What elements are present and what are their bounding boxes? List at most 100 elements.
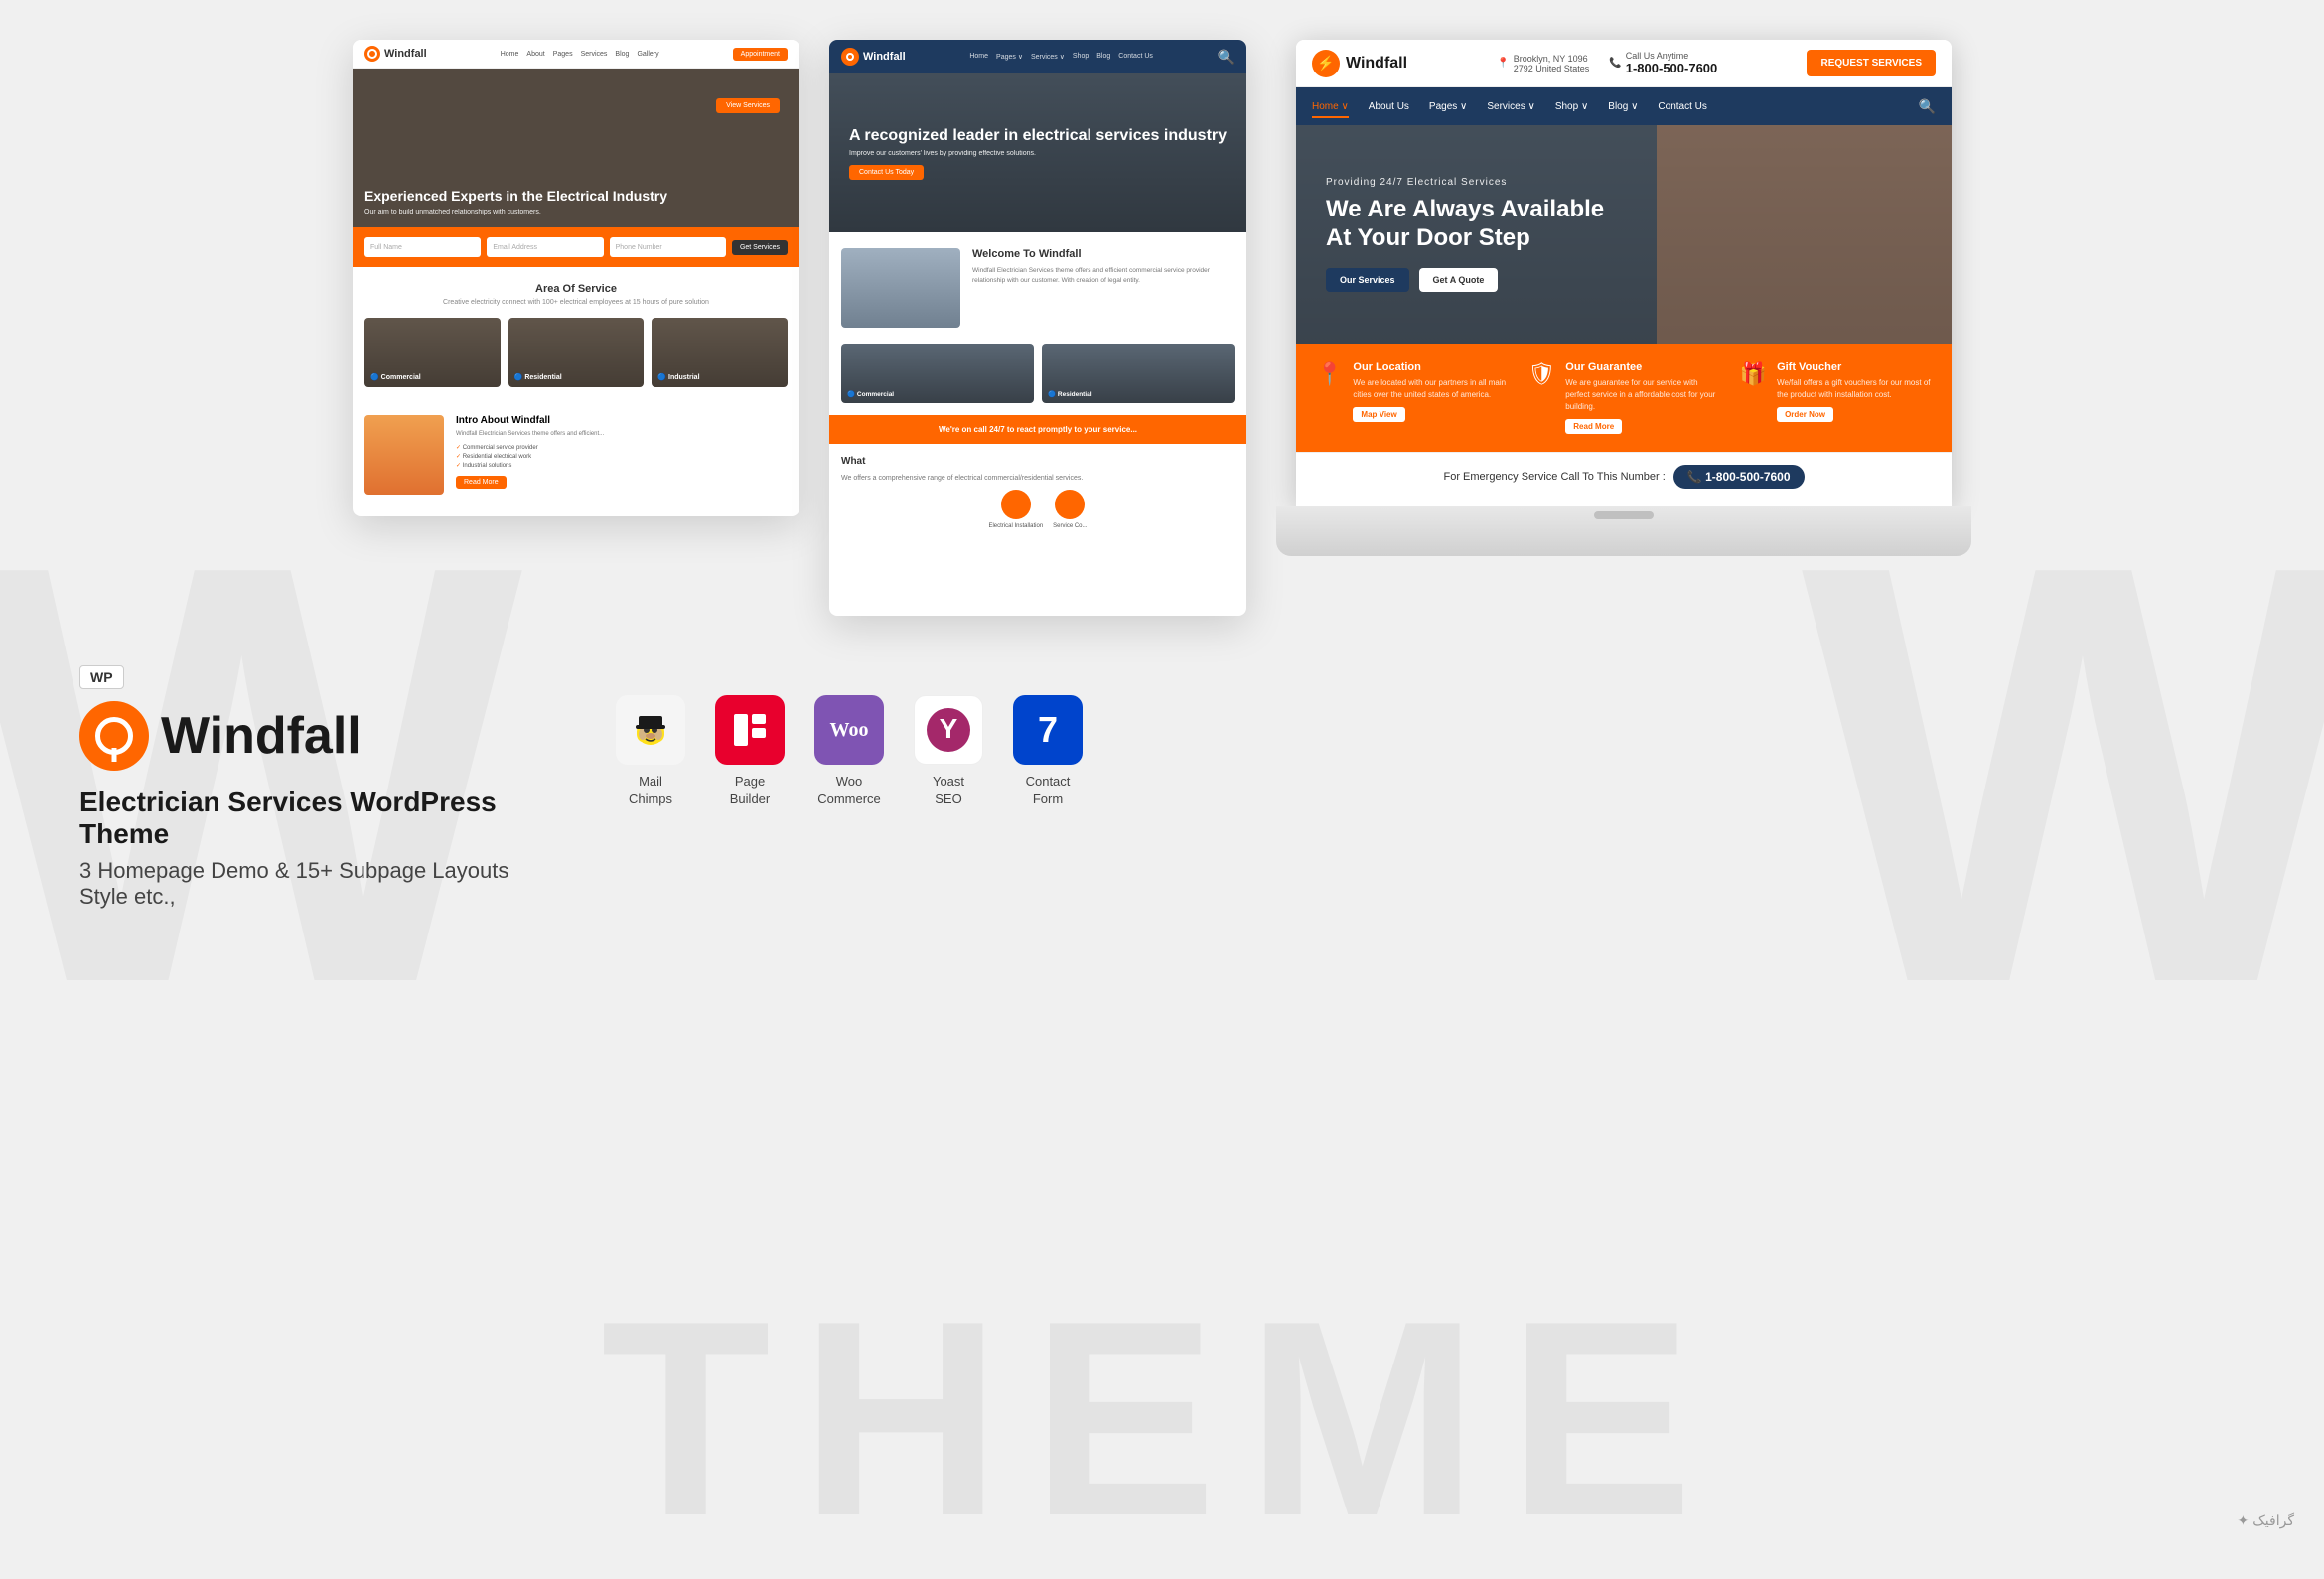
wf-get-quote-btn[interactable]: Get A Quote xyxy=(1419,268,1499,292)
wf-hero: Providing 24/7 Electrical Services We Ar… xyxy=(1296,125,1952,344)
wf-voucher-content: Gift Voucher We/fall offers a gift vouch… xyxy=(1777,361,1932,422)
wf-read-more-btn[interactable]: Read More xyxy=(1565,419,1622,434)
demo1-logo-text: Windfall xyxy=(384,48,427,60)
demo1-services-title: Area Of Service xyxy=(364,283,788,295)
wf-location-feature-icon: 📍 xyxy=(1316,361,1343,387)
watermark: ✦ گرافیک xyxy=(2238,1512,2294,1529)
plugin-yoast-icon: Y xyxy=(914,695,983,765)
plugin-contactform-icon: 7 xyxy=(1013,695,1083,765)
demo1-service-cards: 🔵 Commercial 🔵 Residential 🔵 Industrial xyxy=(364,318,788,387)
demo1-input-email[interactable]: Email Address xyxy=(487,237,603,257)
demo1-form-bar: Full Name Email Address Phone Number Get… xyxy=(353,227,799,267)
wf-nav-contact[interactable]: Contact Us xyxy=(1658,97,1706,116)
demo2-icon-electrical: Electrical Installation xyxy=(988,490,1043,529)
demo1-card-industrial: 🔵 Industrial xyxy=(652,318,788,387)
wf-our-services-btn[interactable]: Our Services xyxy=(1326,268,1409,292)
screenshots-row: Windfall Home About Pages Services Blog … xyxy=(0,0,2324,636)
demo1-input-phone[interactable]: Phone Number xyxy=(610,237,726,257)
wf-location-content: Our Location We are located with our par… xyxy=(1353,361,1508,422)
wf-hero-btns: Our Services Get A Quote xyxy=(1326,268,1604,292)
wf-features-bar: 📍 Our Location We are located with our p… xyxy=(1296,344,1952,452)
wf-address-line2: 2792 United States xyxy=(1514,64,1590,73)
demo1-about-list: Commercial service provider Residential … xyxy=(456,443,604,470)
plugin-pagebuilder-icon xyxy=(715,695,785,765)
demo1-header: Windfall Home About Pages Services Blog … xyxy=(353,40,799,69)
brand-logo: Windfall xyxy=(79,701,556,771)
main-content: Windfall Home About Pages Services Blog … xyxy=(0,0,2324,1549)
wf-nav-blog[interactable]: Blog ∨ xyxy=(1608,97,1638,116)
wf-address: 📍 Brooklyn, NY 1096 2792 United States xyxy=(1497,54,1589,73)
demo2-hero-text: A recognized leader in electrical servic… xyxy=(849,126,1227,181)
demo1-nav: Home About Pages Services Blog Gallery xyxy=(501,51,659,58)
demo2-card-residential: 🔵 Residential xyxy=(1042,344,1235,403)
windfall-site: ⚡ Windfall 📍 Brooklyn, NY 1096 2792 Unit… xyxy=(1296,40,1952,506)
plugin-pagebuilder-label: PageBuilder xyxy=(730,773,770,808)
plugin-woocommerce: Woo WooCommerce xyxy=(814,695,884,808)
demo2-icons-row: Electrical Installation Service Co... xyxy=(841,490,1235,529)
wf-emergency-phone-number: 1-800-500-7600 xyxy=(1705,470,1790,484)
demo1-appointment-btn[interactable]: Appointment xyxy=(733,48,788,61)
wf-guarantee-desc: We are guarantee for our service with pe… xyxy=(1565,377,1719,413)
demo1-logo-icon xyxy=(364,46,380,62)
wf-search-icon[interactable]: 🔍 xyxy=(1919,98,1936,115)
demo2-welcome: Welcome To Windfall Windfall Electrician… xyxy=(829,232,1246,344)
wf-emergency-text: For Emergency Service Call To This Numbe… xyxy=(1443,471,1665,483)
plugin-yoast: Y YoastSEO xyxy=(914,695,983,808)
plugin-woocommerce-icon: Woo xyxy=(814,695,884,765)
demo1-hero-text: Experienced Experts in the Electrical In… xyxy=(364,187,667,215)
wf-phone-number: 1-800-500-7600 xyxy=(1626,61,1718,75)
demo1-services-section: Area Of Service Creative electricity con… xyxy=(353,267,799,403)
plugin-pagebuilder: PageBuilder xyxy=(715,695,785,808)
demo1-form-submit[interactable]: Get Services xyxy=(732,240,788,255)
demo1-about-text: Intro About Windfall Windfall Electricia… xyxy=(456,415,604,495)
demo1-hero: Experienced Experts in the Electrical In… xyxy=(353,69,799,227)
demo1-about-section: Intro About Windfall Windfall Electricia… xyxy=(353,403,799,506)
demo2-orange-bar: We're on call 24/7 to react promptly to … xyxy=(829,415,1246,444)
wf-guarantee-title: Our Guarantee xyxy=(1565,361,1719,373)
wf-feature-location: 📍 Our Location We are located with our p… xyxy=(1316,361,1508,434)
demo2-what-title: What xyxy=(841,456,1235,467)
laptop-screen: ⚡ Windfall 📍 Brooklyn, NY 1096 2792 Unit… xyxy=(1296,40,1952,506)
wf-order-now-btn[interactable]: Order Now xyxy=(1777,407,1833,422)
demo2-search-icon[interactable]: 🔍 xyxy=(1218,49,1235,66)
wf-nav-about[interactable]: About Us xyxy=(1369,97,1409,116)
wf-feature-voucher: 🎁 Gift Voucher We/fall offers a gift vou… xyxy=(1740,361,1932,434)
demo1-cta-btn[interactable]: View Services xyxy=(716,98,780,113)
wf-voucher-title: Gift Voucher xyxy=(1777,361,1932,373)
demo2-cta-btn[interactable]: Contact Us Today xyxy=(849,165,924,180)
wf-hero-subtitle: Providing 24/7 Electrical Services xyxy=(1326,177,1604,188)
wf-guarantee-content: Our Guarantee We are guarantee for our s… xyxy=(1565,361,1719,434)
demo1-card-residential: 🔵 Residential xyxy=(508,318,645,387)
wf-request-btn[interactable]: REQUEST SERVICES xyxy=(1807,50,1936,76)
demo1-card-commercial: 🔵 Commercial xyxy=(364,318,501,387)
demo1-read-more-btn[interactable]: Read More xyxy=(456,476,507,489)
demo-screenshot-1: Windfall Home About Pages Services Blog … xyxy=(353,40,799,516)
demo2-hero-title: A recognized leader in electrical servic… xyxy=(849,126,1227,147)
wf-map-view-btn[interactable]: Map View xyxy=(1353,407,1404,422)
wf-contact-info: 📍 Brooklyn, NY 1096 2792 United States 📞… xyxy=(1497,51,1717,75)
plugin-mailchimp-icon xyxy=(616,695,685,765)
wf-voucher-desc: We/fall offers a gift vouchers for our m… xyxy=(1777,377,1932,401)
wf-guarantee-feature-icon: 🛡 xyxy=(1527,361,1555,387)
demo-screenshot-2: Windfall Home Pages ∨ Services ∨ Shop Bl… xyxy=(829,40,1246,616)
wf-nav-services[interactable]: Services ∨ xyxy=(1487,97,1534,116)
demo1-input-name[interactable]: Full Name xyxy=(364,237,481,257)
wf-logo: ⚡ Windfall xyxy=(1312,50,1407,77)
wf-logo-text: Windfall xyxy=(1346,55,1407,72)
svg-text:Y: Y xyxy=(940,713,958,744)
wf-topbar: ⚡ Windfall 📍 Brooklyn, NY 1096 2792 Unit… xyxy=(1296,40,1952,87)
demo2-service-cards: 🔵 Commercial 🔵 Residential xyxy=(829,344,1246,415)
demo2-card-commercial: 🔵 Commercial xyxy=(841,344,1034,403)
wf-phone-icon: 📞 xyxy=(1609,58,1621,69)
wf-nav-home[interactable]: Home ∨ xyxy=(1312,97,1349,116)
plugin-contactform: 7 ContactForm xyxy=(1013,695,1083,808)
wf-navbar: Home ∨ About Us Pages ∨ Services ∨ Shop … xyxy=(1296,87,1952,125)
demo1-hero-title: Experienced Experts in the Electrical In… xyxy=(364,187,667,205)
wf-nav-pages[interactable]: Pages ∨ xyxy=(1429,97,1467,116)
wf-nav-shop[interactable]: Shop ∨ xyxy=(1555,97,1588,116)
demo1-services-subtitle: Creative electricity connect with 100+ e… xyxy=(364,299,788,306)
wf-emergency-phone: 📞 1-800-500-7600 xyxy=(1673,465,1805,489)
wp-badge: WP xyxy=(79,665,124,689)
wf-nav-items: Home ∨ About Us Pages ∨ Services ∨ Shop … xyxy=(1312,97,1707,116)
demo1-logo: Windfall xyxy=(364,46,427,62)
